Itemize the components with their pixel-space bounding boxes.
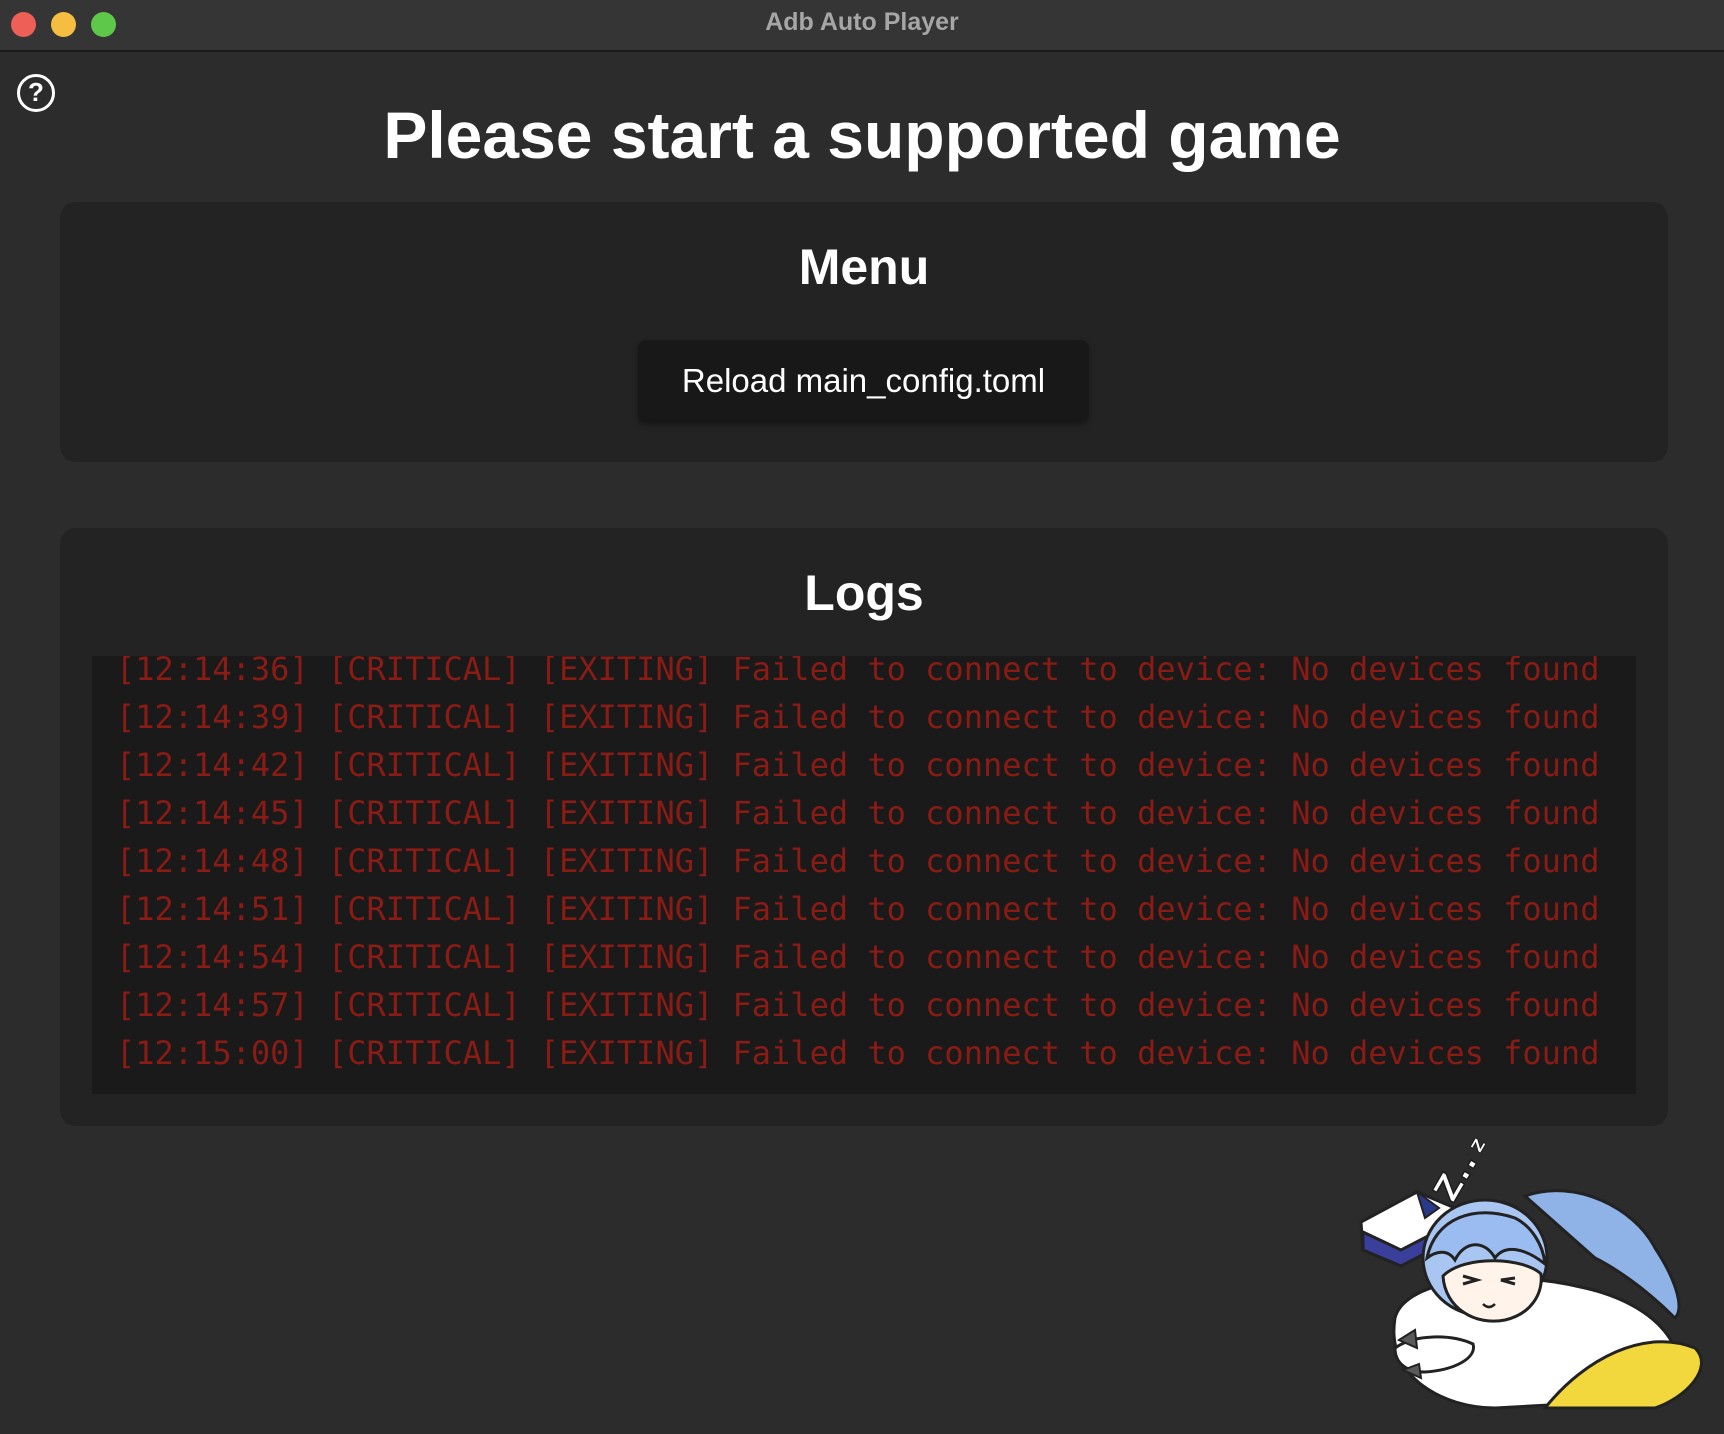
log-line: [12:14:54] [CRITICAL] [EXITING] Failed t…: [116, 938, 1600, 976]
log-line: [12:14:51] [CRITICAL] [EXITING] Failed t…: [116, 890, 1600, 928]
log-line: [12:14:36] [CRITICAL] [EXITING] Failed t…: [116, 656, 1600, 688]
logs-title: Logs: [804, 565, 924, 621]
log-line: [12:14:39] [CRITICAL] [EXITING] Failed t…: [116, 698, 1600, 736]
log-line: [12:14:48] [CRITICAL] [EXITING] Failed t…: [116, 842, 1600, 880]
logs-card: Logs [12:14:36] [CRITICAL] [EXITING] Fai…: [60, 528, 1668, 1126]
sleeping-mascot-icon: Z.. z: [1359, 1133, 1703, 1410]
log-line: [12:14:45] [CRITICAL] [EXITING] Failed t…: [116, 794, 1600, 832]
menu-title: Menu: [798, 239, 930, 295]
log-line: [12:15:00] [CRITICAL] [EXITING] Failed t…: [116, 1034, 1600, 1072]
log-output[interactable]: [12:14:36] [CRITICAL] [EXITING] Failed t…: [92, 656, 1636, 1094]
snore-z-small: z: [1464, 1133, 1492, 1157]
menu-card: Menu Reload main_config.toml: [60, 202, 1668, 462]
app-window: Adb Auto Player ? Please start a support…: [0, 0, 1724, 1434]
log-line: [12:14:42] [CRITICAL] [EXITING] Failed t…: [116, 746, 1600, 784]
window-title: Adb Auto Player: [765, 8, 959, 36]
log-line: [12:14:57] [CRITICAL] [EXITING] Failed t…: [116, 986, 1600, 1024]
page-title: Please start a supported game: [383, 98, 1341, 172]
reload-config-button[interactable]: Reload main_config.toml: [638, 340, 1089, 422]
log-list: [12:14:36] [CRITICAL] [EXITING] Failed t…: [116, 656, 1599, 1077]
title-bar: Adb Auto Player: [0, 0, 1724, 52]
